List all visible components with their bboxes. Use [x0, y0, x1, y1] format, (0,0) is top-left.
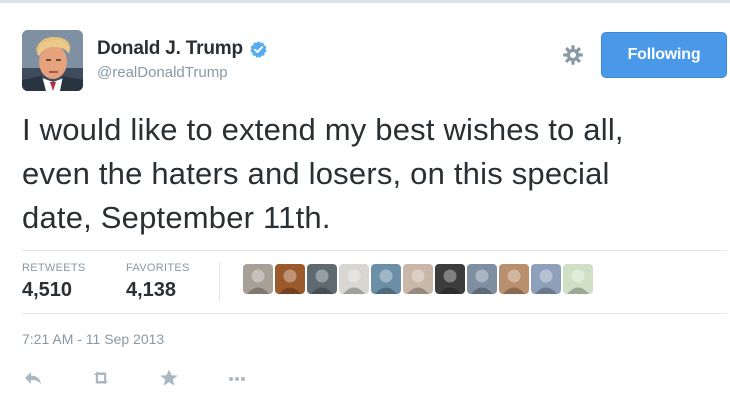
- user-avatar-icon: [503, 269, 525, 294]
- retweets-stat[interactable]: RETWEETS 4,510: [22, 262, 86, 302]
- avatar-image: [22, 30, 83, 91]
- reply-icon[interactable]: [22, 367, 44, 389]
- user-avatar-icon: [311, 269, 333, 294]
- favorited-by-avatars: [243, 264, 595, 294]
- tweet-text-line: even the haters and losers, on this spec…: [22, 156, 610, 191]
- tweet-card: Donald J. Trump @realDonaldTrump Followi…: [0, 0, 730, 400]
- verified-badge-icon: [249, 40, 268, 59]
- favorited-by-avatar[interactable]: [403, 264, 433, 294]
- user-avatar-icon: [471, 269, 493, 294]
- more-options-icon[interactable]: [226, 367, 248, 389]
- top-border: [0, 0, 730, 3]
- favorited-by-avatar[interactable]: [371, 264, 401, 294]
- name-row: Donald J. Trump: [97, 38, 268, 60]
- favorited-by-avatar[interactable]: [531, 264, 561, 294]
- favorited-by-avatar[interactable]: [563, 264, 593, 294]
- favorited-by-avatar[interactable]: [275, 264, 305, 294]
- user-avatar-icon: [535, 269, 557, 294]
- gear-icon[interactable]: [561, 43, 585, 67]
- user-avatar-icon: [375, 269, 397, 294]
- retweets-count: 4,510: [22, 279, 73, 301]
- user-avatar-icon: [567, 269, 589, 294]
- favorites-count: 4,138: [126, 279, 177, 301]
- favorited-by-avatar[interactable]: [499, 264, 529, 294]
- favorited-by-avatar[interactable]: [467, 264, 497, 294]
- user-avatar-icon: [247, 269, 269, 294]
- tweet-text-line: I would like to extend my best wishes to…: [22, 112, 624, 147]
- stats-divider: [219, 262, 220, 302]
- tweet-text: I would like to extend my best wishes to…: [22, 108, 712, 240]
- tweet-text-line: date, September 11th.: [22, 200, 331, 235]
- following-button[interactable]: Following: [601, 32, 727, 78]
- tweet-actions: [22, 367, 248, 389]
- favorites-label: FAVORITES: [126, 262, 190, 274]
- tweet-timestamp[interactable]: 7:21 AM - 11 Sep 2013: [22, 331, 164, 347]
- retweets-label: RETWEETS: [22, 262, 86, 274]
- divider: [22, 250, 727, 251]
- user-screen-name[interactable]: @realDonaldTrump: [97, 64, 228, 81]
- user-full-name[interactable]: Donald J. Trump: [97, 38, 243, 60]
- favorites-stat[interactable]: FAVORITES 4,138: [126, 262, 190, 302]
- profile-avatar[interactable]: [22, 30, 83, 91]
- user-avatar-icon: [343, 269, 365, 294]
- retweet-icon[interactable]: [90, 367, 112, 389]
- divider: [22, 313, 727, 314]
- favorited-by-avatar[interactable]: [435, 264, 465, 294]
- user-avatar-icon: [439, 269, 461, 294]
- favorited-by-avatar[interactable]: [307, 264, 337, 294]
- user-avatar-icon: [279, 269, 301, 294]
- favorited-by-avatar[interactable]: [339, 264, 369, 294]
- favorited-by-avatar[interactable]: [243, 264, 273, 294]
- favorite-star-icon[interactable]: [158, 367, 180, 389]
- user-avatar-icon: [407, 269, 429, 294]
